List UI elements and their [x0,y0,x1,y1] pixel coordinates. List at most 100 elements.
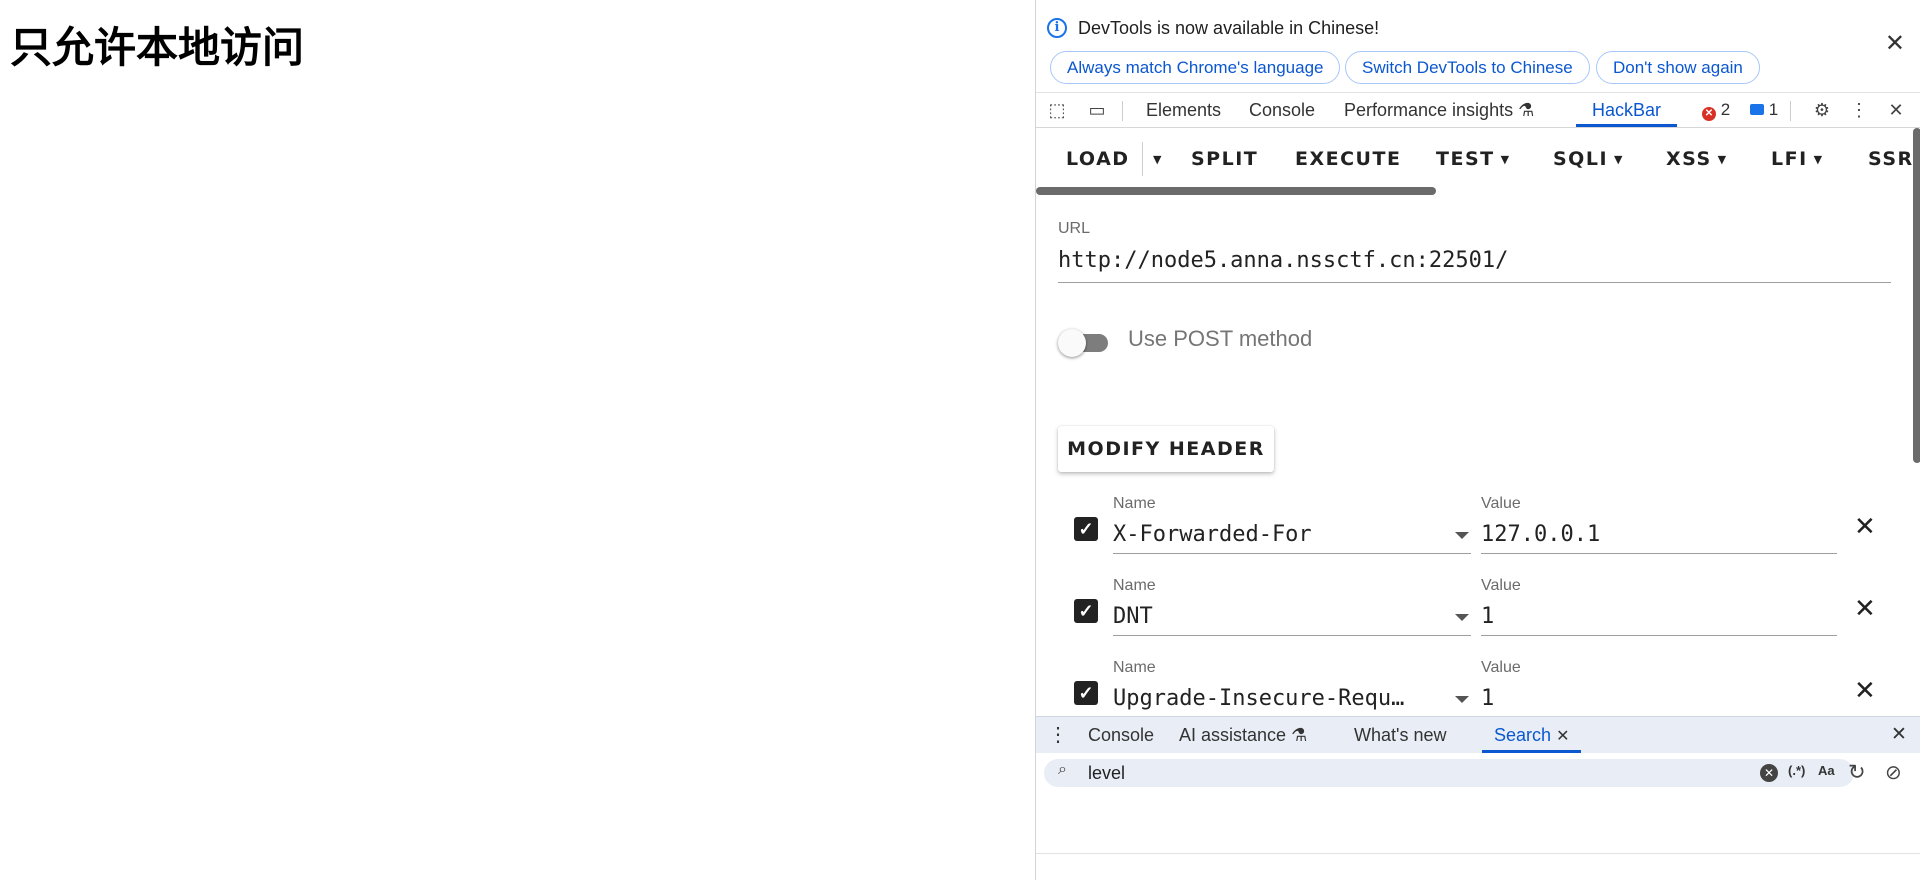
close-icon[interactable]: ✕ [1885,32,1905,56]
switch-to-chinese-button[interactable]: Switch DevTools to Chinese [1345,51,1590,84]
match-case-toggle[interactable]: Aa [1818,763,1835,778]
inspect-element-icon[interactable]: ⬚ [1046,99,1068,121]
test-menu-label: TEST [1436,148,1495,170]
test-menu-button[interactable]: TEST ▼ [1436,148,1511,170]
tab-console[interactable]: Console [1249,93,1315,127]
chevron-down-icon: ▼ [1614,153,1624,166]
drawer-tab-console[interactable]: Console [1088,717,1154,753]
lfi-menu-button[interactable]: LFI ▼ [1771,148,1824,170]
error-icon: ✕ [1702,107,1716,121]
drawer-divider [1036,853,1920,854]
drawer-tab-ai-assistance[interactable]: AI assistance ⚗ [1179,717,1307,753]
close-devtools-icon[interactable]: ✕ [1885,99,1907,121]
header-name-select[interactable]: Upgrade-Insecure-Requ… [1113,679,1471,716]
header-enabled-checkbox[interactable]: ✓ [1074,517,1098,541]
tab-elements[interactable]: Elements [1146,93,1221,127]
match-language-button[interactable]: Always match Chrome's language [1050,51,1341,84]
toolbar-divider [1790,101,1791,121]
error-count: 2 [1720,100,1731,119]
header-enabled-checkbox[interactable]: ✓ [1074,599,1098,623]
header-enabled-checkbox[interactable]: ✓ [1074,681,1098,705]
header-row: ✓ Name Upgrade-Insecure-Requ… Value 1 ✕ [1036,659,1920,716]
drawer-menu-icon[interactable]: ⋮ [1048,717,1068,753]
header-name-label: Name [1113,577,1156,594]
search-icon: ⌕ [1058,761,1067,778]
lfi-menu-label: LFI [1771,148,1808,170]
gear-icon[interactable]: ⚙ [1811,99,1833,121]
regex-toggle[interactable]: (.*) [1788,763,1805,778]
header-row: ✓ Name DNT Value 1 ✕ [1036,577,1920,657]
search-input[interactable]: level [1088,761,1125,785]
drawer-tab-search[interactable]: Search ✕ [1482,717,1582,753]
header-name-value: Upgrade-Insecure-Requ… [1113,686,1405,711]
tab-performance-insights[interactable]: Performance insights ⚗ [1344,93,1534,127]
header-value-field[interactable]: 1 [1481,597,1837,636]
language-infobar: i DevTools is now available in Chinese! … [1036,0,1920,92]
chevron-down-icon: ▼ [1500,153,1511,166]
header-name-select[interactable]: X-Forwarded-For [1113,515,1471,554]
message-icon [1750,104,1764,115]
header-value-field[interactable]: 127.0.0.1 [1481,515,1837,554]
message-count: 1 [1768,100,1779,119]
sqli-menu-button[interactable]: SQLI ▼ [1553,148,1624,170]
header-name-value: DNT [1113,604,1153,629]
header-value-field[interactable]: 1 [1481,679,1837,716]
toolbar-divider [1122,101,1123,121]
error-counter[interactable]: ✕ 2 [1702,93,1730,127]
drawer-tabbar: ⋮ Console AI assistance ⚗ What's new Sea… [1036,716,1920,753]
delete-header-icon[interactable]: ✕ [1854,677,1876,703]
search-bar: ⌕ level ✕ (.*) Aa [1044,759,1854,787]
header-value-label: Value [1481,577,1521,594]
chevron-down-icon: ▼ [1153,153,1163,166]
infobar-message: DevTools is now available in Chinese! [1078,18,1380,38]
message-counter[interactable]: 1 [1750,93,1778,127]
hackbar-actions: LOAD ▼ SPLIT EXECUTE TEST ▼ SQLI ▼ XSS ▼ LF… [1036,128,1920,190]
chevron-down-icon: ▼ [1717,153,1728,166]
modify-header-button[interactable]: MODIFY HEADER [1058,426,1274,472]
header-value-label: Value [1481,495,1521,512]
drawer-tab-whats-new[interactable]: What's new [1354,717,1446,753]
load-dropdown-button[interactable]: ▼ [1147,148,1163,170]
header-name-value: X-Forwarded-For [1113,522,1312,547]
devtools-panel: i DevTools is now available in Chinese! … [1035,0,1920,880]
more-options-icon[interactable]: ⋮ [1848,99,1870,121]
clear-results-icon[interactable]: ⊘ [1885,760,1902,785]
delete-header-icon[interactable]: ✕ [1854,595,1876,621]
execute-button[interactable]: EXECUTE [1295,148,1401,170]
close-drawer-icon[interactable]: ✕ [1891,717,1907,753]
url-field[interactable]: http://node5.anna.nssctf.cn:22501/ [1058,246,1891,283]
dropdown-arrow-icon [1455,614,1469,621]
experiment-flask-icon: ⚗ [1518,100,1535,120]
post-method-toggle[interactable] [1058,327,1110,357]
devtools-drawer: ⋮ Console AI assistance ⚗ What's new Sea… [1036,716,1920,880]
delete-header-icon[interactable]: ✕ [1854,513,1876,539]
clear-search-icon[interactable]: ✕ [1760,764,1778,782]
xss-menu-label: XSS [1666,148,1712,170]
xss-menu-button[interactable]: XSS ▼ [1666,148,1728,170]
url-label: URL [1058,220,1091,237]
dropdown-arrow-icon [1455,696,1469,703]
load-button[interactable]: LOAD [1066,148,1130,170]
page-content: 只允许本地访问 [0,0,1035,880]
dont-show-again-button[interactable]: Don't show again [1596,51,1760,84]
toggle-knob [1058,329,1086,357]
close-tab-icon[interactable]: ✕ [1556,728,1569,745]
tab-hackbar[interactable]: HackBar [1576,93,1678,127]
device-toolbar-icon[interactable]: ▭ [1086,99,1108,121]
vertical-scrollbar[interactable] [1913,128,1920,463]
sqli-menu-label: SQLI [1553,148,1609,170]
split-button[interactable]: SPLIT [1191,148,1258,170]
tab-performance-insights-label: Performance insights [1344,100,1514,120]
devtools-tabbar: ⬚ ▭ Elements Console Performance insight… [1036,92,1920,128]
drawer-tab-search-label: Search [1494,725,1552,745]
header-row: ✓ Name X-Forwarded-For Value 127.0.0.1 ✕ [1036,495,1920,575]
horizontal-scrollbar[interactable] [1036,187,1436,195]
post-method-label: Use POST method [1128,326,1313,351]
drawer-tab-ai-assistance-label: AI assistance [1179,725,1287,745]
header-name-label: Name [1113,659,1156,676]
chevron-down-icon: ▼ [1813,153,1824,166]
page-heading: 只允许本地访问 [10,23,305,72]
refresh-icon[interactable]: ↻ [1848,760,1866,785]
info-icon: i [1047,18,1067,38]
header-name-select[interactable]: DNT [1113,597,1471,636]
